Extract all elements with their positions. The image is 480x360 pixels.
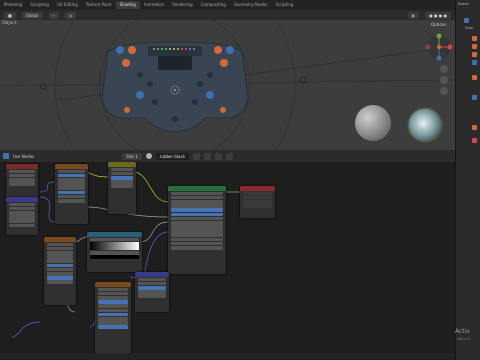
status-bar xyxy=(0,353,455,360)
node-noise-texture-3[interactable] xyxy=(95,282,131,354)
material-sphere-icon xyxy=(145,153,152,159)
node-mapping[interactable] xyxy=(6,197,38,235)
modifier-icon[interactable] xyxy=(472,125,477,130)
properties-panel: Scene Scen xyxy=(455,0,480,360)
wheel-display xyxy=(158,56,192,70)
color-ramp-gradient[interactable] xyxy=(90,242,139,251)
3d-viewport[interactable]: Object Options xyxy=(0,20,455,150)
node-editor-canvas[interactable] xyxy=(0,162,455,360)
object-icon[interactable] xyxy=(472,44,477,49)
use-nodes-label: Use Nodes xyxy=(13,153,35,159)
hand-pan-icon[interactable] xyxy=(440,76,448,84)
node-noise-texture[interactable] xyxy=(55,164,88,224)
options-dropdown[interactable]: Options xyxy=(428,21,450,28)
node-title xyxy=(108,162,136,167)
orientation-dropdown[interactable]: Global xyxy=(21,11,43,19)
node-bump-2[interactable] xyxy=(135,272,169,312)
proportional-toggle[interactable]: ◎ xyxy=(64,11,77,19)
node-title xyxy=(6,164,38,169)
object-icon[interactable] xyxy=(472,36,477,41)
workspace-tab-bar: Modeling Sculpting UV Editing Texture Pa… xyxy=(0,0,455,10)
material-icon[interactable] xyxy=(472,95,477,100)
node-material-output[interactable] xyxy=(240,186,275,218)
pin-button[interactable] xyxy=(226,152,234,160)
use-nodes-checkbox[interactable] xyxy=(3,153,9,159)
activate-windows-subtitle: Go to S xyxy=(457,337,471,341)
lookdev-hdri-sphere xyxy=(407,107,443,143)
slot-dropdown[interactable]: Slot 1 xyxy=(122,152,142,160)
material-name-field[interactable]: rubber black xyxy=(155,152,190,160)
duplicate-material-button[interactable] xyxy=(204,152,212,160)
zoom-icon[interactable] xyxy=(440,65,448,73)
lookdev-diffuse-sphere xyxy=(355,105,391,141)
tab-rendering[interactable]: Rendering xyxy=(168,1,196,9)
tab-sculpting[interactable]: Sculpting xyxy=(26,1,53,9)
fake-user-button[interactable] xyxy=(193,152,201,160)
tab-scripting[interactable]: Scripting xyxy=(272,1,298,9)
tab-uv-editing[interactable]: UV Editing xyxy=(53,1,82,9)
node-principled-bsdf[interactable] xyxy=(168,186,226,274)
navigation-gizmo-icon[interactable] xyxy=(424,32,454,62)
node-noise-texture-2[interactable] xyxy=(44,237,76,305)
node-title xyxy=(240,186,275,191)
tab-compositing[interactable]: Compositing xyxy=(197,1,230,9)
node-title xyxy=(87,232,142,237)
node-bump[interactable] xyxy=(108,162,136,214)
tab-geometry-nodes[interactable]: Geometry Nodes xyxy=(230,1,272,9)
object-icon[interactable] xyxy=(472,52,477,57)
node-color-ramp[interactable] xyxy=(87,232,142,272)
object-icon[interactable] xyxy=(472,75,477,80)
node-title xyxy=(44,237,76,242)
node-title xyxy=(168,186,226,191)
node-title xyxy=(55,164,88,169)
camera-icon[interactable] xyxy=(440,87,448,95)
snap-toggle[interactable]: ⌁ xyxy=(48,11,59,19)
scene-item[interactable]: Scen xyxy=(465,26,474,30)
node-title xyxy=(95,282,131,287)
tab-modeling[interactable]: Modeling xyxy=(0,1,26,9)
shading-mode[interactable]: ● ● ● ● xyxy=(425,11,451,19)
collection-icon[interactable] xyxy=(472,60,477,65)
tab-texture-paint[interactable]: Texture Paint xyxy=(82,1,116,9)
scene-label[interactable]: Scene xyxy=(458,2,469,6)
node-texture-coordinate[interactable] xyxy=(6,164,38,198)
overlay-toggle[interactable]: ◐ xyxy=(407,11,420,19)
tab-shading[interactable]: Shading xyxy=(115,1,140,9)
viewport-nav-tools xyxy=(440,65,448,95)
viewport-scene xyxy=(0,20,455,150)
node-title xyxy=(135,272,169,277)
viewport-header: ■ Global ⌁ ◎ ◐ ● ● ● ● xyxy=(0,10,455,20)
scene-icon[interactable] xyxy=(464,18,469,23)
node-title xyxy=(6,197,38,202)
physics-icon[interactable] xyxy=(472,138,477,143)
editor-type-button[interactable]: ■ xyxy=(4,11,16,19)
tab-animation[interactable]: Animation xyxy=(140,1,168,9)
object-mode-label[interactable]: Object xyxy=(2,21,17,26)
node-editor-header: Use Nodes Slot 1 rubber black xyxy=(0,150,455,162)
unlink-material-button[interactable] xyxy=(215,152,223,160)
activate-windows-title: Activ xyxy=(455,328,470,335)
